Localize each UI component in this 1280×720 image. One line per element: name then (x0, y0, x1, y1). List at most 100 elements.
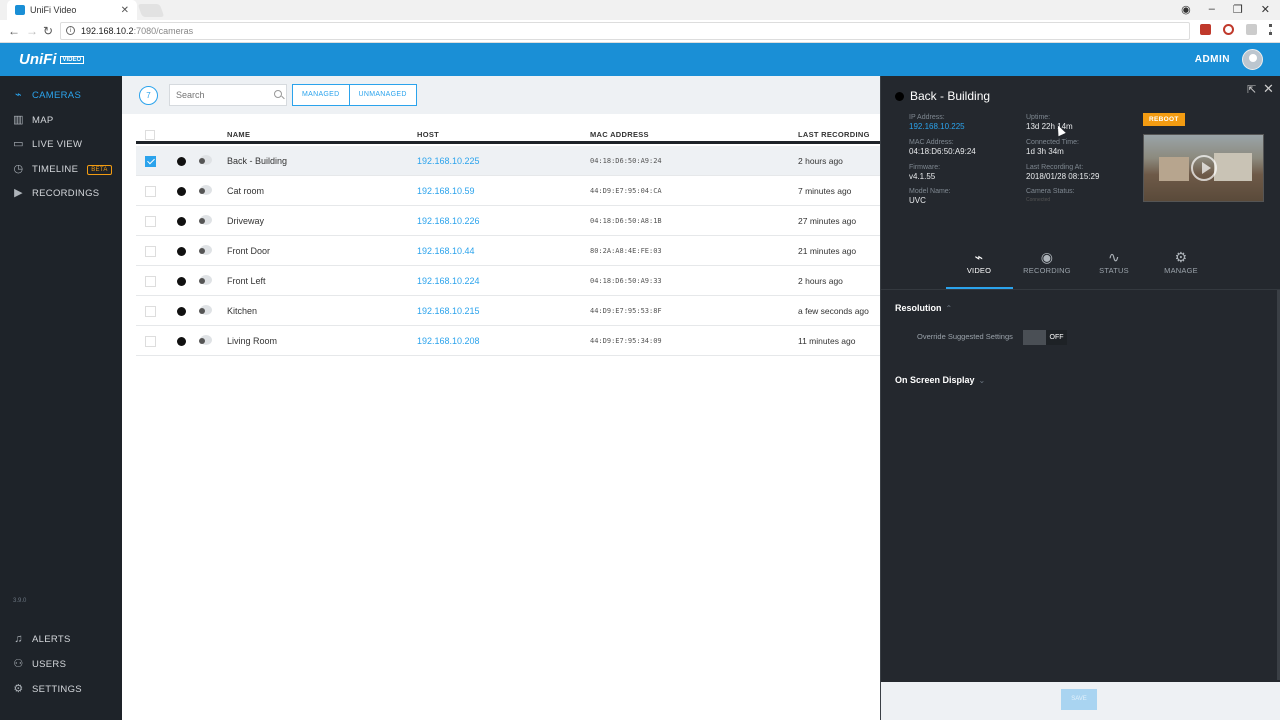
back-icon[interactable]: ← (8, 24, 20, 38)
column-host[interactable]: HOST (417, 130, 439, 139)
tab-manage[interactable]: ⚙ MANAGE (1151, 248, 1211, 275)
profile-icon[interactable]: ◉ (1181, 3, 1191, 16)
row-checkbox[interactable] (145, 186, 156, 197)
reboot-button[interactable]: REBOOT (1143, 113, 1185, 126)
sidebar-item-cameras[interactable]: ⌁ CAMERAS (12, 90, 81, 102)
unifi-logo[interactable]: UniFi VIDEO (19, 51, 85, 68)
user-name[interactable]: ADMIN (1195, 54, 1230, 65)
section-resolution[interactable]: Resolution ⌃ (895, 303, 952, 313)
section-on-screen-display[interactable]: On Screen Display ⌄ (895, 375, 985, 385)
column-name[interactable]: NAME (227, 130, 250, 139)
tab-recording[interactable]: ◉ RECORDING (1017, 248, 1077, 275)
opera-icon[interactable] (1223, 24, 1234, 35)
ip-value-link[interactable]: 192.168.10.225 (909, 122, 965, 131)
tab-status[interactable]: ∿ STATUS (1084, 248, 1144, 275)
camera-thumbnail-icon (196, 304, 214, 317)
table-row[interactable]: Cat room 192.168.10.59 44:D9:E7:95:04:CA… (136, 176, 880, 206)
status-dot (177, 337, 186, 346)
override-toggle[interactable]: OFF (1023, 330, 1067, 345)
mac-value: 04:18:D6:50:A9:24 (909, 147, 976, 156)
monitor-icon: ▭ (13, 138, 24, 150)
status-dot (177, 247, 186, 256)
gear-icon: ⚙ (1174, 249, 1188, 265)
camera-last-recording: a few seconds ago (798, 306, 869, 316)
expand-icon[interactable]: ⇱ (1247, 83, 1256, 96)
camera-host-link[interactable]: 192.168.10.59 (417, 186, 475, 196)
camera-host-link[interactable]: 192.168.10.44 (417, 246, 475, 256)
avatar[interactable] (1242, 49, 1263, 70)
camera-preview[interactable] (1143, 134, 1264, 202)
row-checkbox[interactable] (145, 306, 156, 317)
camera-mac: 44:D9:E7:95:04:CA (590, 187, 662, 195)
row-checkbox[interactable] (145, 216, 156, 227)
tab-video[interactable]: ⌁ VIDEO (949, 248, 1009, 275)
camera-host-link[interactable]: 192.168.10.226 (417, 216, 480, 226)
preview-shed-small (1159, 157, 1189, 181)
sidebar-item-recordings[interactable]: ▶ RECORDINGS (12, 188, 100, 200)
logo-tag: VIDEO (59, 56, 85, 65)
camera-last-recording: 27 minutes ago (798, 216, 857, 226)
window-close-icon[interactable]: ✕ (1261, 3, 1270, 16)
sidebar-item-settings[interactable]: ⚙ SETTINGS (12, 684, 82, 696)
camera-host-link[interactable]: 192.168.10.225 (417, 156, 480, 166)
camera-thumbnail-icon (196, 214, 214, 227)
camera-host-link[interactable]: 192.168.10.208 (417, 336, 480, 346)
filter-unmanaged-button[interactable]: UNMANAGED (348, 85, 416, 105)
table-row[interactable]: Back - Building 192.168.10.225 04:18:D6:… (136, 146, 880, 176)
reload-icon[interactable]: ↻ (43, 24, 53, 38)
sidebar-item-map[interactable]: ▥ MAP (12, 114, 54, 127)
search-input[interactable] (169, 84, 287, 106)
toggle-track (1023, 330, 1046, 345)
select-all-checkbox[interactable] (145, 130, 155, 140)
column-mac[interactable]: MAC ADDRESS (590, 130, 649, 139)
table-row[interactable]: Front Left 192.168.10.224 04:18:D6:50:A9… (136, 266, 880, 296)
column-last-recording[interactable]: LAST RECORDING (798, 130, 870, 139)
camera-last-recording: 7 minutes ago (798, 186, 852, 196)
info-icon[interactable]: i (66, 26, 75, 35)
sidebar-item-timeline[interactable]: ◷ TIMELINE BETA (12, 164, 112, 175)
sidebar-item-live-view[interactable]: ▭ LIVE VIEW (12, 138, 82, 151)
table-row[interactable]: Front Door 192.168.10.44 80:2A:A8:4E:FE:… (136, 236, 880, 266)
filter-group: MANAGED UNMANAGED (292, 84, 417, 106)
address-bar[interactable]: i 192.168.10.2:7080/cameras (60, 22, 1190, 40)
sidebar-item-label: RECORDINGS (32, 188, 100, 199)
firmware-value: v4.1.55 (909, 172, 936, 181)
tab-divider (881, 289, 1280, 290)
tab-close-icon[interactable]: ✕ (121, 5, 129, 16)
search-icon[interactable] (274, 90, 282, 98)
url-host: 192.168.10.2 (81, 26, 134, 36)
new-tab-button[interactable] (137, 4, 165, 17)
row-checkbox[interactable] (145, 336, 156, 347)
table-row[interactable]: Kitchen 192.168.10.215 44:D9:E7:95:53:8F… (136, 296, 880, 326)
status-dot (177, 307, 186, 316)
row-checkbox[interactable] (145, 276, 156, 287)
table-row[interactable]: Driveway 192.168.10.226 04:18:D6:50:A8:1… (136, 206, 880, 236)
model-value: UVC (909, 196, 926, 205)
map-icon: ▥ (13, 114, 24, 126)
menu-kebab-icon[interactable] (1269, 24, 1272, 35)
extension-icon[interactable] (1200, 24, 1211, 35)
row-checkbox[interactable] (145, 246, 156, 257)
video-camera-icon: ⌁ (974, 249, 984, 265)
row-checkbox[interactable] (145, 156, 156, 167)
camera-last-recording: 2 hours ago (798, 156, 843, 166)
restore-icon[interactable]: ❐ (1233, 3, 1243, 16)
sidebar-item-users[interactable]: ⚇ USERS (12, 659, 66, 671)
cameras-toolbar: 7 MANAGED UNMANAGED (122, 76, 880, 114)
model-label: Model Name: (909, 188, 951, 195)
play-icon[interactable] (1191, 155, 1217, 181)
sidebar-item-alerts[interactable]: ♫ ALERTS (12, 634, 71, 646)
pulse-icon: ∿ (1108, 249, 1120, 265)
close-icon[interactable]: ✕ (1263, 81, 1274, 97)
browser-tab[interactable]: UniFi Video ✕ (7, 0, 137, 20)
extension-icon[interactable] (1246, 24, 1257, 35)
model-field: Model Name: UVC (909, 187, 951, 205)
filter-managed-button[interactable]: MANAGED (293, 85, 349, 105)
save-button[interactable]: SAVE (1061, 689, 1097, 710)
forward-icon[interactable]: → (26, 24, 38, 38)
minimize-icon[interactable]: – (1209, 3, 1215, 16)
camera-host-link[interactable]: 192.168.10.215 (417, 306, 480, 316)
table-header: NAME HOST MAC ADDRESS LAST RECORDING (136, 124, 880, 144)
table-row[interactable]: Living Room 192.168.10.208 44:D9:E7:95:3… (136, 326, 880, 356)
camera-host-link[interactable]: 192.168.10.224 (417, 276, 480, 286)
